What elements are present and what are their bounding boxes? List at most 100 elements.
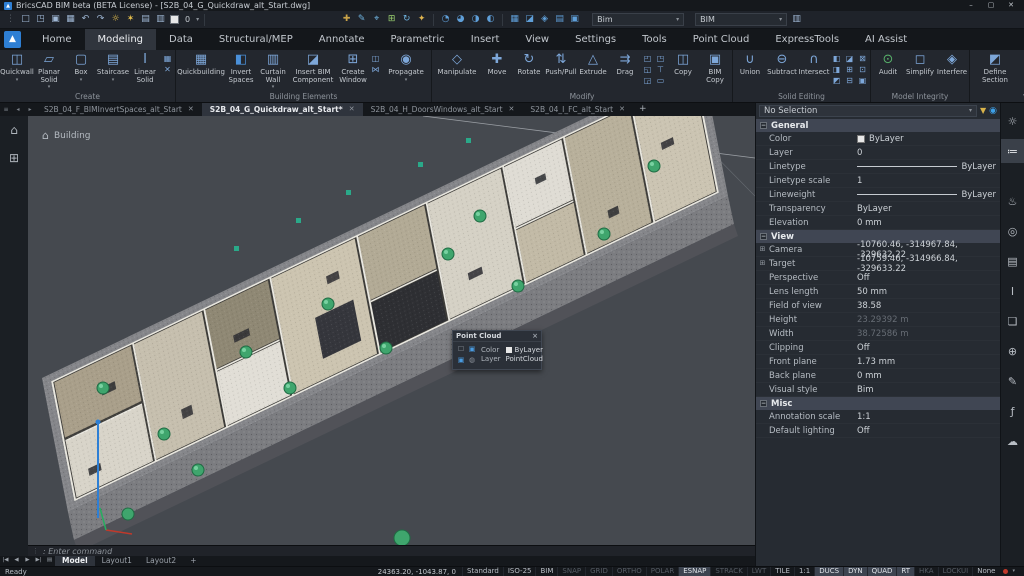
layer-dropdown-caret-icon[interactable]: ▾ <box>196 17 199 23</box>
minimize-button[interactable]: – <box>962 1 980 11</box>
propagate-button[interactable]: ◉ Propagate ▾ <box>382 51 430 91</box>
selection-cursor-icon[interactable]: ⌖ <box>370 13 383 26</box>
walk-icon[interactable]: ◑ <box>469 13 482 26</box>
status-quad[interactable]: QUAD <box>867 567 897 576</box>
status-annoscale[interactable]: 1:1 <box>794 567 814 576</box>
ribbon-mini-icon[interactable]: ✕ <box>162 64 173 75</box>
ribbon-tab[interactable]: Annotate <box>306 29 378 50</box>
redo-icon[interactable]: ↷ <box>94 13 107 26</box>
close-tab-icon[interactable]: ✕ <box>509 106 515 113</box>
document-tab[interactable]: S2B_04_G_Quickdraw_alt_Start* ✕ <box>202 103 363 116</box>
property-value[interactable]: ByLayer <box>857 190 996 200</box>
new-tab-button[interactable]: + <box>633 105 653 114</box>
ribbon-mini-icon[interactable]: ⊡ <box>857 64 868 75</box>
ribbon-tab[interactable]: Tools <box>629 29 680 50</box>
ribbon-tab[interactable]: Insert <box>458 29 513 50</box>
intersect-button[interactable]: ∩ Intersect <box>798 51 830 91</box>
property-value[interactable]: -10759.46, -314966.84, -329633.22 <box>857 254 996 274</box>
tab-scroll-right-icon[interactable]: ▸ <box>24 107 36 113</box>
layers-icon[interactable]: ▤ <box>139 13 152 26</box>
ribbon-tab[interactable]: Modeling <box>85 29 157 50</box>
world-view-icon[interactable]: ◐ <box>484 13 497 26</box>
report-icon[interactable]: ▥ <box>790 13 803 26</box>
entity-snap-icon[interactable]: ✚ <box>340 13 353 26</box>
section-header-misc[interactable]: − Misc <box>756 397 1000 410</box>
status-ducs[interactable]: DUCS <box>814 567 843 576</box>
popup-title-bar[interactable]: Point Cloud × <box>453 331 541 342</box>
current-layer-value[interactable]: 0 <box>182 15 193 24</box>
status-caret-icon[interactable]: ▾ <box>1012 569 1015 574</box>
recording-indicator-icon[interactable] <box>1003 569 1008 574</box>
prev-layout-icon[interactable]: ◀ <box>11 558 22 564</box>
ribbon-mini-icon[interactable]: ⊞ <box>844 64 855 75</box>
close-tab-icon[interactable]: ✕ <box>619 106 625 113</box>
close-button[interactable]: ✕ <box>1002 1 1020 11</box>
document-tab[interactable]: S2B_04_I_FC_alt_Start ✕ <box>522 103 633 116</box>
cloud-icon[interactable]: ☁ <box>1001 429 1024 453</box>
ribbon-mini-icon[interactable]: ◫ <box>370 53 381 64</box>
close-tab-icon[interactable]: ✕ <box>349 106 355 113</box>
property-value[interactable]: 0 mm <box>857 218 996 228</box>
interfere-button[interactable]: ◈ Interfere <box>936 51 968 91</box>
push-pull-button[interactable]: ⇅ Push/Pull <box>545 51 577 91</box>
fields-icon[interactable]: ▤ <box>553 13 566 26</box>
sheets-icon[interactable]: ❏ <box>1001 309 1024 333</box>
union-button[interactable]: ∪ Union <box>734 51 766 91</box>
property-value[interactable]: Off <box>857 273 996 283</box>
plot-style-icon[interactable]: ▥ <box>154 13 167 26</box>
sketch-icon[interactable]: ✎ <box>355 13 368 26</box>
popup-close-icon[interactable]: × <box>532 333 538 340</box>
ribbon-mini-icon[interactable]: ▭ <box>655 75 666 86</box>
orbit-icon[interactable]: ◔ <box>439 13 452 26</box>
property-value[interactable]: 1:1 <box>857 412 996 422</box>
linear-solid-button[interactable]: Ι Linear Solid <box>129 51 161 91</box>
simplify-button[interactable]: ◻ Simplify <box>904 51 936 91</box>
bim-copy-button[interactable]: ▣ BIM Copy <box>699 51 731 91</box>
status-workspace[interactable]: BIM <box>535 567 557 576</box>
status-strack[interactable]: STRACK <box>710 567 746 576</box>
propagate-panel-icon[interactable]: ◎ <box>1001 219 1024 243</box>
audit-button[interactable]: ⊙ Audit <box>872 51 904 91</box>
components-icon[interactable]: ⊕ <box>1001 339 1024 363</box>
collapse-icon[interactable]: − <box>760 122 767 129</box>
ribbon-tab[interactable]: Home <box>29 29 85 50</box>
add-layout-button[interactable]: + <box>183 556 203 566</box>
property-value[interactable]: 23.29392 m <box>857 315 996 325</box>
ribbon-mini-icon[interactable]: ◩ <box>831 75 842 86</box>
magnet-icon[interactable]: ✦ <box>415 13 428 26</box>
status-polar[interactable]: POLAR <box>646 567 678 576</box>
extrude-button[interactable]: △ Extrude <box>577 51 609 91</box>
ribbon-mini-icon[interactable]: ▣ <box>857 75 868 86</box>
define-detailed-section-button[interactable]: ⊡ Define Detailed Section <box>1019 51 1024 92</box>
ribbon-mini-icon[interactable]: ▦ <box>162 53 173 64</box>
open-file-icon[interactable]: ◳ <box>34 13 47 26</box>
staircase-button[interactable]: ▤ Staircase ▾ <box>97 51 129 91</box>
quickbuilding-button[interactable]: ▦ Quickbuilding <box>177 51 225 91</box>
ribbon-tab[interactable]: Data <box>156 29 206 50</box>
status-dyn[interactable]: DYN <box>843 567 867 576</box>
render-icon[interactable]: ♨ <box>1001 189 1024 213</box>
expand-icon[interactable]: ⊞ <box>760 245 766 253</box>
property-value[interactable]: 50 mm <box>857 287 996 297</box>
section-header-general[interactable]: − General <box>756 119 1000 132</box>
tips-icon[interactable]: ☼ <box>1001 109 1024 133</box>
ribbon-tab[interactable]: Point Cloud <box>680 29 763 50</box>
property-value[interactable]: 38.72586 m <box>857 329 996 339</box>
ribbon-tab[interactable]: Settings <box>562 29 629 50</box>
save-icon[interactable]: ▣ <box>49 13 62 26</box>
planar-solid-button[interactable]: ▱ Planar Solid ▾ <box>33 51 65 91</box>
sheet-set-icon[interactable]: ▦ <box>508 13 521 26</box>
expand-icon[interactable]: ⊞ <box>760 259 766 267</box>
command-input[interactable]: Enter command <box>48 547 112 556</box>
ribbon-tab[interactable]: ExpressTools <box>762 29 852 50</box>
ribbon-mini-icon[interactable]: ◱ <box>642 64 653 75</box>
property-value[interactable]: Off <box>857 426 996 436</box>
property-value[interactable]: Off <box>857 343 996 353</box>
new-file-icon[interactable]: □ <box>19 13 32 26</box>
ribbon-mini-icon[interactable]: ◳ <box>655 53 666 64</box>
collapse-icon[interactable]: − <box>760 400 767 407</box>
manipulate-button[interactable]: ◇ Manipulate <box>433 51 481 91</box>
status-dim-style[interactable]: ISO-25 <box>503 567 536 576</box>
property-value[interactable]: 0 <box>857 148 996 158</box>
invert-spaces-button[interactable]: ◧ Invert Spaces <box>225 51 257 91</box>
